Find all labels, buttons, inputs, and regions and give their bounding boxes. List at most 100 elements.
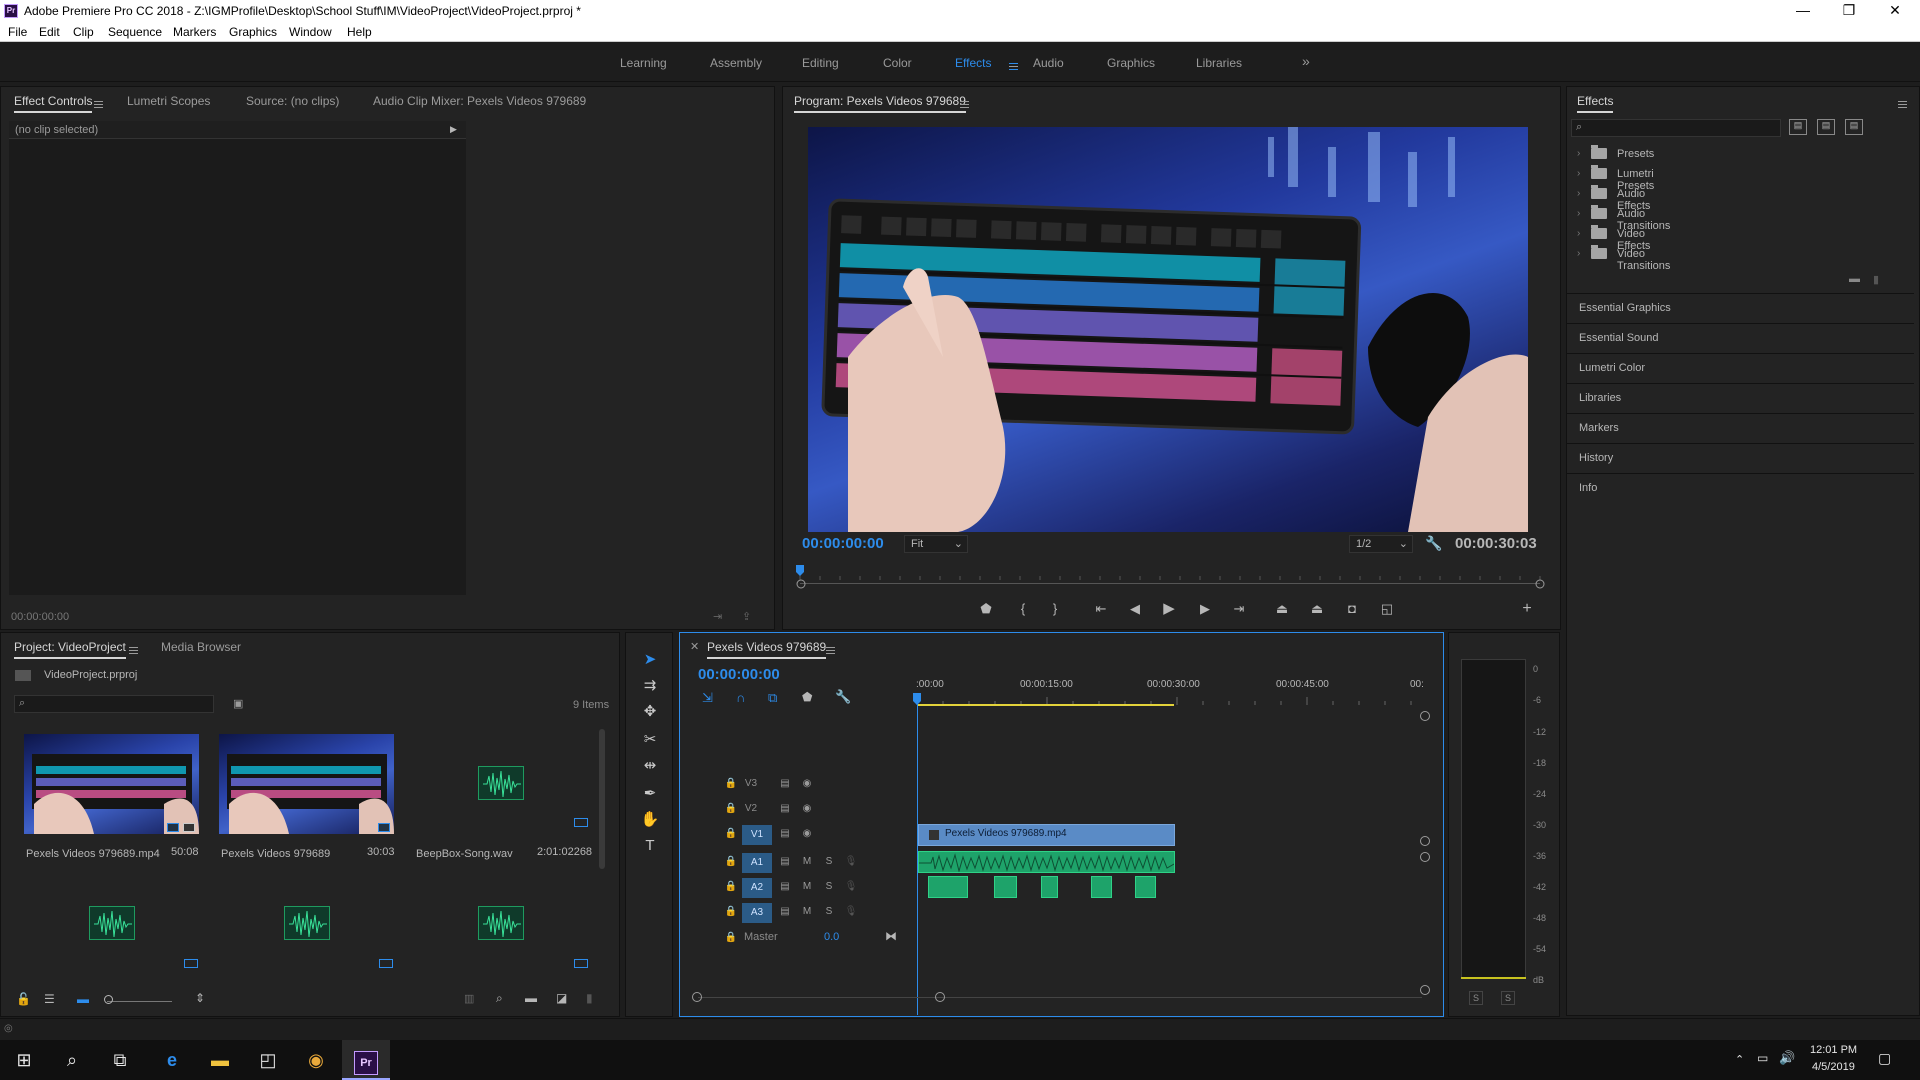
add-marker-button[interactable]: ⬟ [975, 598, 997, 620]
audio-clip-a2[interactable] [1041, 876, 1058, 898]
lock-icon[interactable]: 🔒 [722, 904, 740, 920]
workspace-libraries[interactable]: Libraries [1196, 56, 1242, 70]
tab-source[interactable]: Source: (no clips) [246, 94, 339, 108]
panel-libraries[interactable]: Libraries [1567, 383, 1914, 413]
sync-lock-icon[interactable]: ▤ [776, 854, 794, 870]
solo-button[interactable]: S [820, 879, 838, 895]
tab-effects[interactable]: Effects [1577, 94, 1614, 113]
solo-right-button[interactable]: S [1501, 991, 1515, 1005]
audio-waveform-icon[interactable] [478, 766, 524, 800]
track-select-tool-icon[interactable]: ⇉ [638, 675, 662, 697]
go-to-in-button[interactable]: ⇤ [1090, 598, 1112, 620]
mute-button[interactable]: M [798, 854, 816, 870]
timeline-menu-icon[interactable] [818, 643, 835, 657]
volume-icon[interactable]: 🔊 [1779, 1050, 1795, 1066]
timeline-timecode[interactable]: 00:00:00:00 [698, 666, 780, 683]
eye-icon[interactable]: ◉ [798, 801, 816, 817]
project-menu-icon[interactable] [121, 643, 138, 657]
sync-lock-icon[interactable]: ▤ [776, 826, 794, 842]
step-forward-button[interactable]: ▶ [1194, 598, 1216, 620]
razor-tool-icon[interactable]: ✂ [638, 729, 662, 751]
close-sequence-icon[interactable]: ✕ [690, 640, 699, 653]
notifications-icon[interactable]: ▢ [1878, 1050, 1891, 1067]
trash-icon[interactable]: ▮ [1873, 273, 1879, 286]
project-item-name[interactable]: Pexels Videos 979689 [221, 848, 330, 860]
nest-icon[interactable]: ⇲ [702, 690, 713, 706]
linked-selection-icon[interactable]: ⧉ [768, 690, 777, 706]
new-bin-icon[interactable]: ▬ [1849, 273, 1860, 285]
menu-window[interactable]: Window [289, 22, 332, 39]
resolution-dropdown[interactable]: 1/2 ⌄ [1349, 535, 1413, 553]
play-button[interactable]: ▶ [1158, 598, 1180, 620]
track-label-v1[interactable]: V1 [742, 825, 772, 845]
search-icon[interactable]: ⌕ [48, 1040, 96, 1080]
panel-lumetri-color[interactable]: Lumetri Color [1567, 353, 1914, 383]
icon-view-icon[interactable]: ▬ [77, 992, 89, 1006]
taskbar-time[interactable]: 12:01 PM [1810, 1044, 1857, 1056]
video-scroll-handle[interactable] [1420, 711, 1430, 721]
effects-search-input[interactable]: ⌕ [1571, 119, 1781, 137]
audio-clip-a2[interactable] [1135, 876, 1156, 898]
thumbnail-pexels-mp4[interactable] [24, 734, 199, 834]
pen-tool-icon[interactable]: ✒ [638, 783, 662, 805]
timeline-settings-wrench-icon[interactable]: 🔧 [835, 689, 851, 705]
master-volume-value[interactable]: 0.0 [824, 931, 839, 943]
zoom-handle-right[interactable] [935, 992, 945, 1002]
chrome-icon[interactable]: ◉ [292, 1040, 340, 1080]
accelerated-effects-icon[interactable]: ▤ [1789, 119, 1807, 135]
track-label-a3[interactable]: A3 [742, 903, 772, 923]
sync-lock-icon[interactable]: ▤ [776, 801, 794, 817]
export-frame-camera-icon[interactable]: ◘ [1341, 598, 1363, 620]
panel-essential-graphics[interactable]: Essential Graphics [1567, 293, 1914, 323]
wrench-icon[interactable]: 🔧 [1425, 535, 1442, 552]
store-icon[interactable]: ◰ [244, 1040, 292, 1080]
tab-lumetri-scopes[interactable]: Lumetri Scopes [127, 94, 210, 108]
panel-history[interactable]: History [1567, 443, 1914, 473]
workspace-effects[interactable]: Effects [955, 56, 991, 70]
menu-help[interactable]: Help [347, 22, 372, 39]
audio-waveform-icon[interactable] [478, 906, 524, 940]
new-item-icon[interactable]: ◪ [556, 991, 567, 1005]
eye-icon[interactable]: ◉ [798, 776, 816, 792]
menu-clip[interactable]: Clip [73, 22, 94, 39]
program-menu-icon[interactable] [952, 97, 969, 111]
menu-markers[interactable]: Markers [173, 22, 216, 39]
timeline-ruler[interactable] [913, 691, 1423, 707]
program-current-timecode[interactable]: 00:00:00:00 [802, 535, 884, 552]
workspace-menu-icon[interactable] [1001, 59, 1018, 73]
find-icon[interactable]: ⌕ [496, 991, 503, 1006]
32bit-effects-icon[interactable]: ▤ [1817, 119, 1835, 135]
windows-start-icon[interactable]: ⊞ [0, 1040, 48, 1080]
mark-out-button[interactable]: } [1044, 598, 1066, 620]
lock-icon[interactable]: 🔒 [722, 879, 740, 895]
thumbnail-pexels-sequence[interactable] [219, 734, 394, 834]
go-to-out-button[interactable]: ⇥ [1228, 598, 1250, 620]
ripple-edit-tool-icon[interactable]: ✥ [638, 701, 662, 723]
project-item-name[interactable]: Pexels Videos 979689.mp4 [26, 848, 160, 860]
button-editor-plus-icon[interactable]: + [1516, 598, 1538, 620]
go-to-end-icon[interactable]: ⧓ [885, 929, 897, 943]
microphone-icon[interactable]: 🎙 [842, 879, 860, 895]
edge-browser-icon[interactable]: e [148, 1040, 196, 1080]
panel-essential-sound[interactable]: Essential Sound [1567, 323, 1914, 353]
workspace-assembly[interactable]: Assembly [710, 56, 762, 70]
lock-icon[interactable]: 🔒 [722, 801, 740, 817]
yuv-effects-icon[interactable]: ▤ [1845, 119, 1863, 135]
close-button[interactable]: ✕ [1872, 0, 1918, 22]
track-label-v3[interactable]: V3 [742, 776, 760, 792]
zoom-slider-handle[interactable] [104, 995, 113, 1004]
workspace-editing[interactable]: Editing [802, 56, 839, 70]
track-label-a2[interactable]: A2 [742, 878, 772, 898]
trash-icon[interactable]: ▮ [586, 991, 593, 1005]
sync-lock-icon[interactable]: ▤ [776, 879, 794, 895]
audio-scroll-handle[interactable] [1420, 852, 1430, 862]
project-scrollbar[interactable] [599, 729, 605, 869]
premiere-taskbar-icon[interactable]: Pr [342, 1040, 390, 1080]
menu-file[interactable]: File [8, 22, 27, 39]
lock-icon[interactable]: 🔒 [722, 930, 740, 946]
panel-info[interactable]: Info [1567, 473, 1914, 503]
comparison-view-button[interactable]: ◱ [1376, 598, 1398, 620]
tab-program-monitor[interactable]: Program: Pexels Videos 979689 [794, 94, 966, 113]
tab-audio-clip-mixer[interactable]: Audio Clip Mixer: Pexels Videos 979689 [373, 94, 586, 108]
audio-waveform-icon[interactable] [89, 906, 135, 940]
